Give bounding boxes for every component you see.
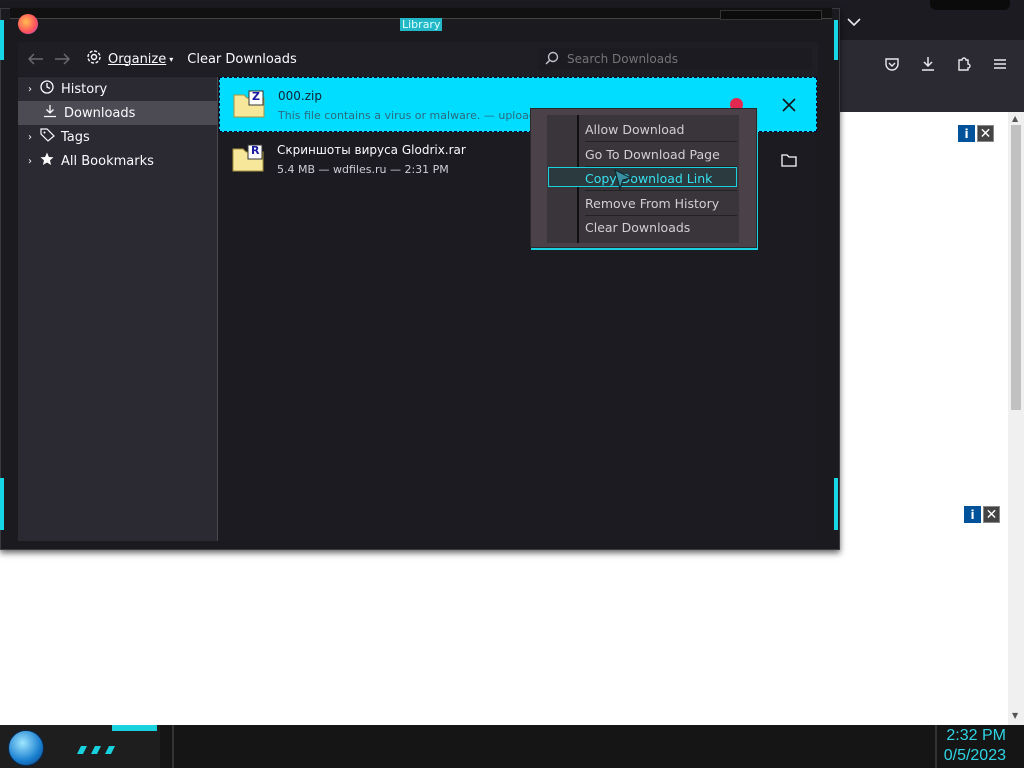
extensions-puzzle-icon[interactable] [950,50,978,78]
menu-item-allow-download[interactable]: Allow Download [585,119,735,139]
web-page-content [834,112,1008,725]
sidebar-item-tags[interactable]: › Tags [18,125,217,149]
rar-file-icon: R [232,144,264,172]
mouse-cursor-icon [612,168,634,196]
menu-item-clear-downloads[interactable]: Clear Downloads [585,217,735,237]
ad-info-icon[interactable]: i [964,506,981,523]
clock-icon [40,80,54,98]
organize-button[interactable]: Organize ▾ [86,49,173,69]
download-status: 5.4 MB — wdfiles.ru — 2:31 PM [277,163,449,176]
forward-arrow-icon[interactable] [54,50,71,69]
sidebar-item-downloads[interactable]: Downloads [18,101,217,125]
firefox-logo-icon [18,14,38,34]
sidebar-item-all-bookmarks[interactable]: › All Bookmarks [18,149,217,173]
sidebar-item-label: Downloads [64,105,136,121]
organize-label: Organize [108,51,167,67]
search-downloads-field[interactable] [538,48,812,70]
frame-accent [834,478,838,530]
ad-controls-bottom: i ✕ [964,506,1000,523]
frame-accent [0,20,4,60]
app-menu-hamburger-icon[interactable] [986,50,1014,78]
menu-separator [585,190,737,191]
menu-separator [585,166,737,167]
taskbar-decoration [75,739,119,758]
menu-item-go-to-download-page[interactable]: Go To Download Page [585,144,735,164]
context-menu: Allow Download Go To Download Page Copy … [530,108,757,248]
search-input[interactable] [565,51,799,67]
menu-item-copy-download-link[interactable]: Copy Download Link [585,168,735,188]
sidebar-item-label: All Bookmarks [61,153,154,169]
start-orb-icon[interactable] [8,730,44,766]
pocket-icon[interactable] [878,50,906,78]
zip-file-icon: Z [233,90,265,118]
titlebar-decoration [930,0,1010,10]
sidebar-item-label: Tags [61,129,90,145]
star-icon [40,152,54,170]
ad-controls-top: i ✕ [958,125,994,142]
ad-close-icon[interactable]: ✕ [983,506,1000,523]
scroll-down-arrow-icon[interactable]: ▼ [1012,711,1018,720]
downloads-toolbar-icon[interactable] [914,50,942,78]
download-filename: Скриншоты вируса Glodrix.rar [277,143,466,157]
page-scrollbar-thumb[interactable] [1011,125,1021,410]
sidebar-item-label: History [61,81,108,97]
chevron-down-icon: ▾ [169,54,174,64]
titlebar-decoration [720,10,822,20]
taskbar-divider [172,725,174,768]
ad-close-icon[interactable]: ✕ [977,125,994,142]
download-filename: 000.zip [278,89,322,103]
gear-icon [86,49,102,69]
ad-info-icon[interactable]: i [958,125,975,142]
file-type-letter: Z [252,90,260,103]
library-sidebar: › History Downloads › Tags › All Bookmar… [18,77,218,541]
tag-icon [40,128,56,146]
scroll-up-arrow-icon[interactable]: ▲ [1012,114,1018,123]
frame-accent [834,20,838,60]
menu-separator [585,141,737,142]
close-icon[interactable] [782,97,796,116]
chevron-right-icon[interactable]: › [28,132,32,143]
file-type-letter: R [251,144,260,157]
search-icon [545,50,559,69]
chevron-right-icon[interactable]: › [28,84,32,95]
folder-icon[interactable] [781,152,797,171]
download-status: This file contains a virus or malware. —… [278,109,553,122]
download-arrow-icon [43,104,57,122]
taskbar-divider [935,725,937,768]
sidebar-item-history[interactable]: › History [18,77,217,101]
clear-downloads-button[interactable]: Clear Downloads [187,52,297,67]
menu-separator [585,215,737,216]
clock-date[interactable]: 0/5/2023 [944,747,1006,765]
tabs-list-chevron-icon[interactable] [840,8,868,36]
library-window-title: Library [400,18,443,31]
chevron-right-icon[interactable]: › [28,156,32,167]
back-arrow-icon[interactable] [27,50,44,69]
clock-time[interactable]: 2:32 PM [946,727,1006,745]
menu-item-remove-from-history[interactable]: Remove From History [585,193,735,213]
taskbar-accent [112,725,157,731]
frame-accent [0,478,4,530]
